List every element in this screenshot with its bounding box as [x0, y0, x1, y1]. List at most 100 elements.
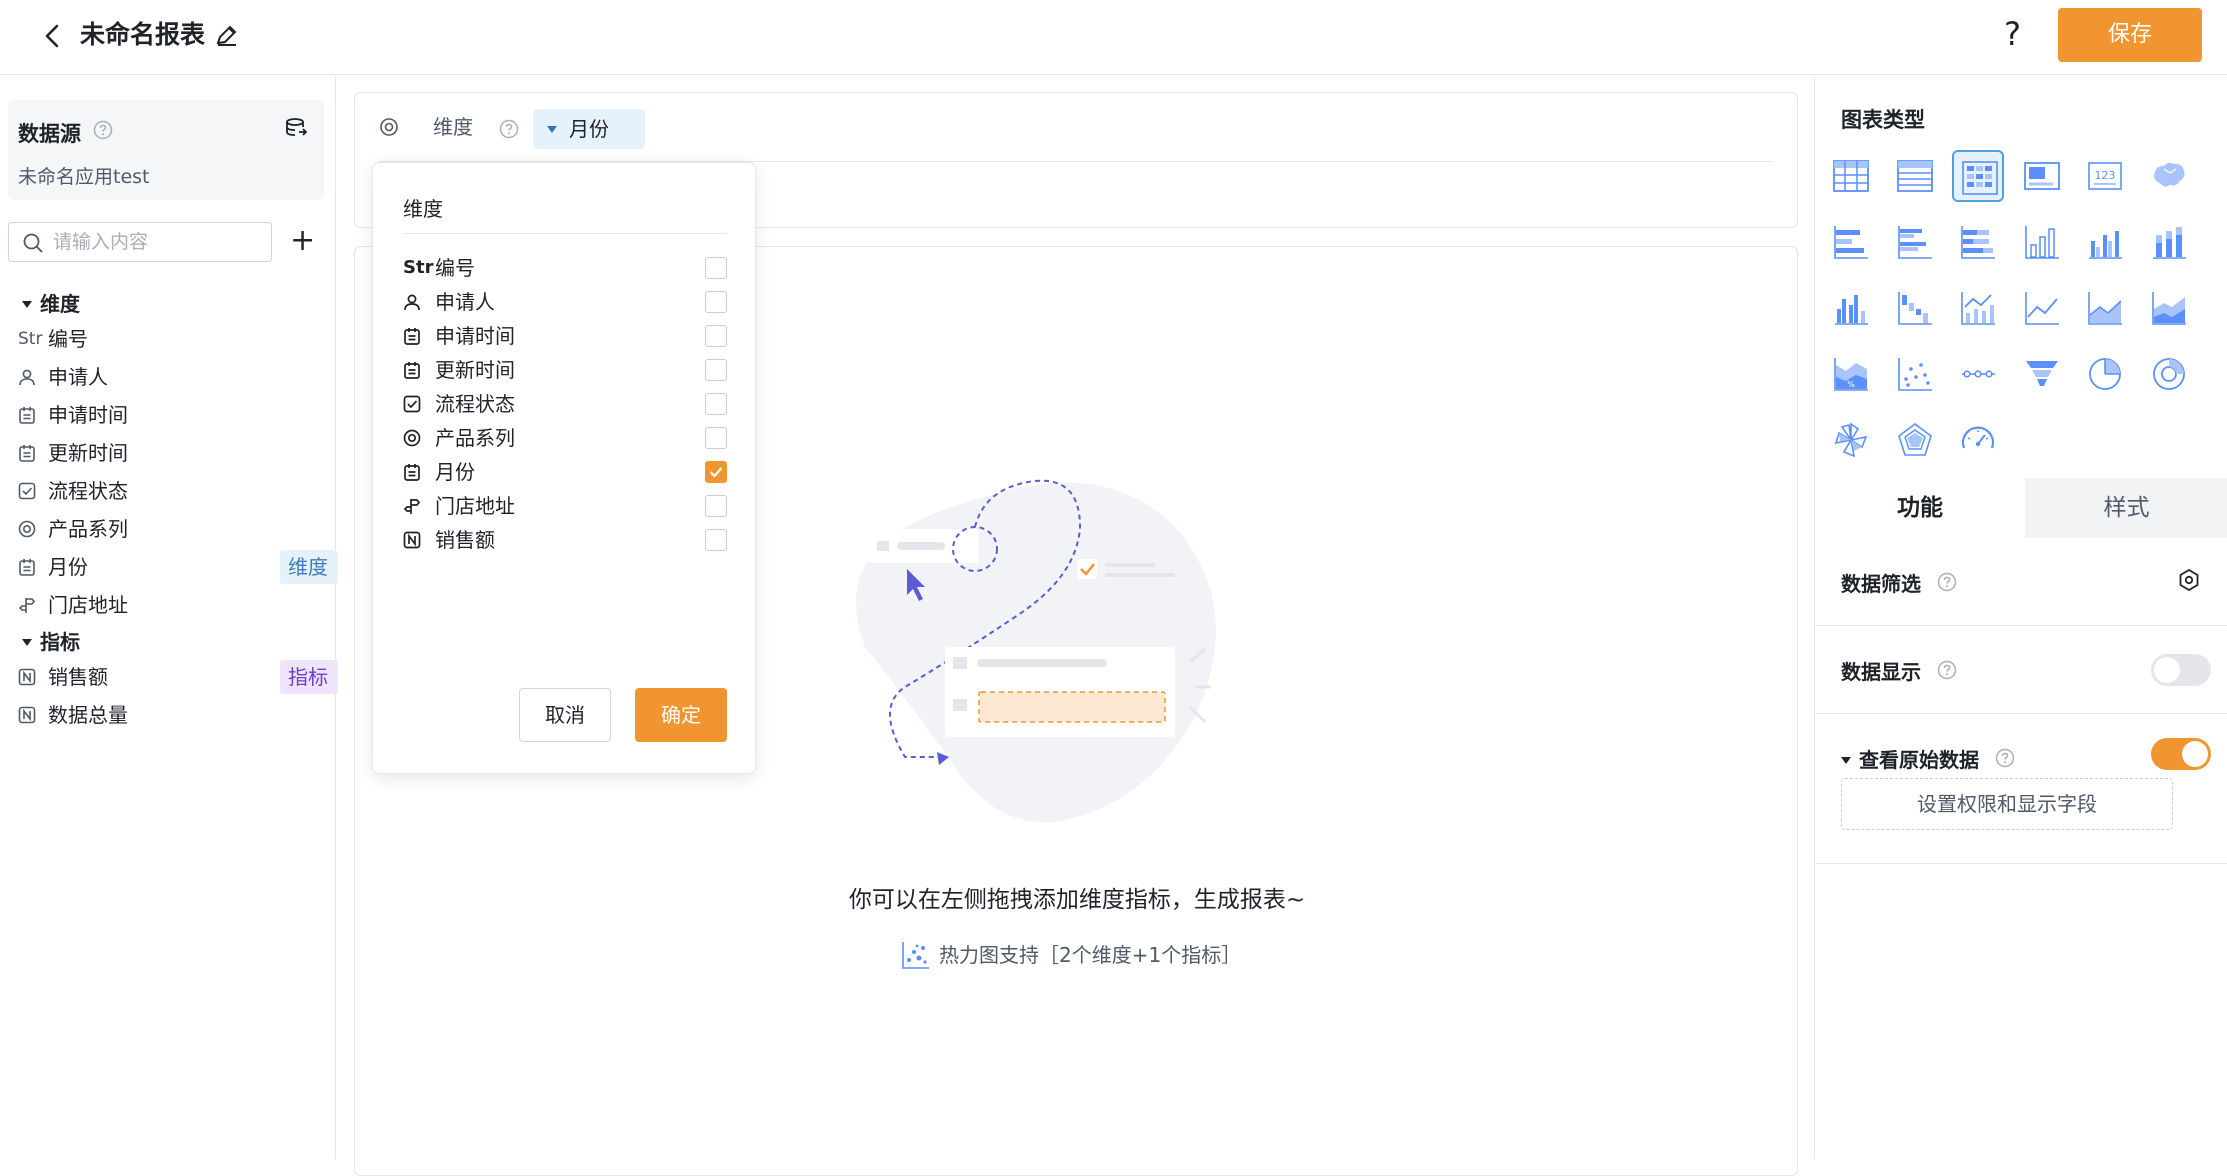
filter-settings-icon[interactable] [2177, 568, 2201, 592]
dropdown-option[interactable]: 流程状态 [403, 387, 733, 421]
dropdown-option[interactable]: 门店地址 [403, 489, 733, 523]
chart-type-pie[interactable] [2079, 348, 2131, 400]
data-display-label: 数据显示 [1841, 660, 1921, 684]
tab-style[interactable]: 样式 [2025, 478, 2227, 538]
chart-type-bar-horizontal[interactable] [1825, 216, 1877, 268]
detail-table-chart-icon [1896, 160, 1933, 192]
chart-type-detail-table[interactable] [1889, 150, 1941, 202]
chart-type-donut[interactable] [2143, 348, 2195, 400]
field-label: 编号 [48, 327, 88, 351]
radio-icon [403, 429, 421, 447]
chart-type-line[interactable] [2016, 282, 2068, 334]
chart-type-column[interactable] [2016, 216, 2068, 268]
dropdown-option[interactable]: 销售额 [403, 523, 733, 557]
option-checkbox[interactable] [705, 359, 727, 381]
field-item[interactable]: 申请时间 [18, 398, 318, 432]
edit-pencil-icon[interactable] [214, 22, 240, 48]
confirm-button[interactable]: 确定 [635, 688, 727, 742]
calendar-icon [18, 444, 36, 462]
cancel-button[interactable]: 取消 [519, 688, 611, 742]
line-column-chart-icon [1961, 292, 1995, 325]
collapse-triangle-icon [22, 301, 32, 308]
measures-section-header[interactable]: 指标 [22, 626, 80, 655]
chart-types-title: 图表类型 [1841, 108, 1925, 132]
dimensions-section-header[interactable]: 维度 [22, 288, 80, 317]
chart-type-waterfall[interactable] [1889, 282, 1941, 334]
chart-type-heatmap[interactable] [1952, 150, 2004, 202]
back-icon[interactable] [38, 20, 68, 52]
chart-type-scatter[interactable] [1889, 348, 1941, 400]
save-button[interactable]: 保存 [2058, 8, 2202, 62]
option-checkbox[interactable] [705, 393, 727, 415]
radio-icon [18, 520, 36, 538]
chart-type-line-column[interactable] [1952, 282, 2004, 334]
option-label: 更新时间 [435, 358, 515, 382]
field-item[interactable]: 产品系列 [18, 512, 318, 546]
dropdown-option[interactable]: 申请人 [403, 285, 733, 319]
toggle-knob [2182, 741, 2208, 767]
dropdown-option[interactable]: 申请时间 [403, 319, 733, 353]
selected-dimension-chip[interactable]: 月份 [533, 109, 645, 149]
chart-type-map[interactable] [2143, 150, 2195, 202]
chart-type-bar-horizontal-stacked[interactable] [1952, 216, 2004, 268]
waterfall-chart-icon [1897, 292, 1932, 325]
str-text-icon: Str [403, 257, 434, 278]
dropdown-option[interactable]: 更新时间 [403, 353, 733, 387]
option-checkbox[interactable] [705, 257, 727, 279]
chart-type-gauge[interactable] [1952, 414, 2004, 466]
chart-type-area[interactable] [2079, 282, 2131, 334]
chart-type-bar-horizontal-grouped[interactable] [1889, 216, 1941, 268]
bar-horizontal-stacked-chart-icon [1961, 226, 1995, 259]
chart-type-indicator-card[interactable] [2016, 150, 2068, 202]
chart-type-radar[interactable] [1889, 414, 1941, 466]
field-item[interactable]: 月份 维度 [18, 550, 338, 584]
help-icon[interactable] [1995, 748, 2015, 768]
option-checkbox[interactable] [705, 325, 727, 347]
option-checkbox[interactable] [705, 495, 727, 517]
option-checkbox-checked[interactable] [705, 461, 727, 483]
calendar-icon [18, 558, 36, 576]
field-item[interactable]: 销售额 指标 [18, 660, 338, 694]
radar-chart-icon [1897, 423, 1932, 456]
field-item[interactable]: 流程状态 [18, 474, 318, 508]
field-item[interactable]: 申请人 [18, 360, 318, 394]
field-item[interactable]: 更新时间 [18, 436, 318, 470]
search-input[interactable] [53, 223, 263, 261]
help-icon[interactable] [499, 119, 519, 139]
chart-type-number-card[interactable]: 123 [2079, 150, 2131, 202]
data-display-toggle[interactable] [2151, 654, 2211, 686]
field-item[interactable]: 门店地址 [18, 588, 318, 622]
raw-data-toggle[interactable] [2151, 738, 2211, 770]
add-field-button[interactable]: + [290, 226, 315, 256]
option-checkbox[interactable] [705, 291, 727, 313]
chart-type-table[interactable] [1825, 150, 1877, 202]
help-icon[interactable] [93, 120, 113, 140]
collapse-triangle-icon [22, 639, 32, 646]
permission-fields-button[interactable]: 设置权限和显示字段 [1841, 778, 2173, 830]
chart-type-area-percent[interactable]: % [1825, 348, 1877, 400]
chart-type-column-stacked[interactable] [2143, 216, 2195, 268]
dimension-label: 维度 [433, 115, 473, 139]
chart-type-area-stacked[interactable] [2143, 282, 2195, 334]
chart-type-column-multi[interactable] [1825, 282, 1877, 334]
field-item[interactable]: 数据总量 [18, 698, 318, 732]
help-icon[interactable] [1937, 572, 1957, 592]
raw-data-label[interactable]: 查看原始数据 [1841, 744, 1979, 773]
dropdown-option[interactable]: 月份 [403, 455, 733, 489]
chart-type-funnel[interactable] [2016, 348, 2068, 400]
field-search[interactable] [8, 222, 272, 262]
number-card-chart-icon: 123 [2088, 162, 2122, 190]
option-checkbox[interactable] [705, 529, 727, 551]
field-item[interactable]: Str 编号 [18, 322, 318, 356]
dropdown-option[interactable]: Str 编号 [403, 251, 733, 285]
chart-type-timeline[interactable] [1952, 348, 2004, 400]
option-checkbox[interactable] [705, 427, 727, 449]
chart-type-rose[interactable] [1825, 414, 1877, 466]
tab-function[interactable]: 功能 [1815, 478, 2025, 538]
help-icon[interactable] [1937, 660, 1957, 680]
chart-type-column-grouped[interactable] [2079, 216, 2131, 268]
help-button[interactable]: ? [2004, 12, 2021, 56]
dropdown-option[interactable]: 产品系列 [403, 421, 733, 455]
option-label: 申请时间 [435, 324, 515, 348]
database-switch-icon[interactable] [284, 116, 308, 140]
